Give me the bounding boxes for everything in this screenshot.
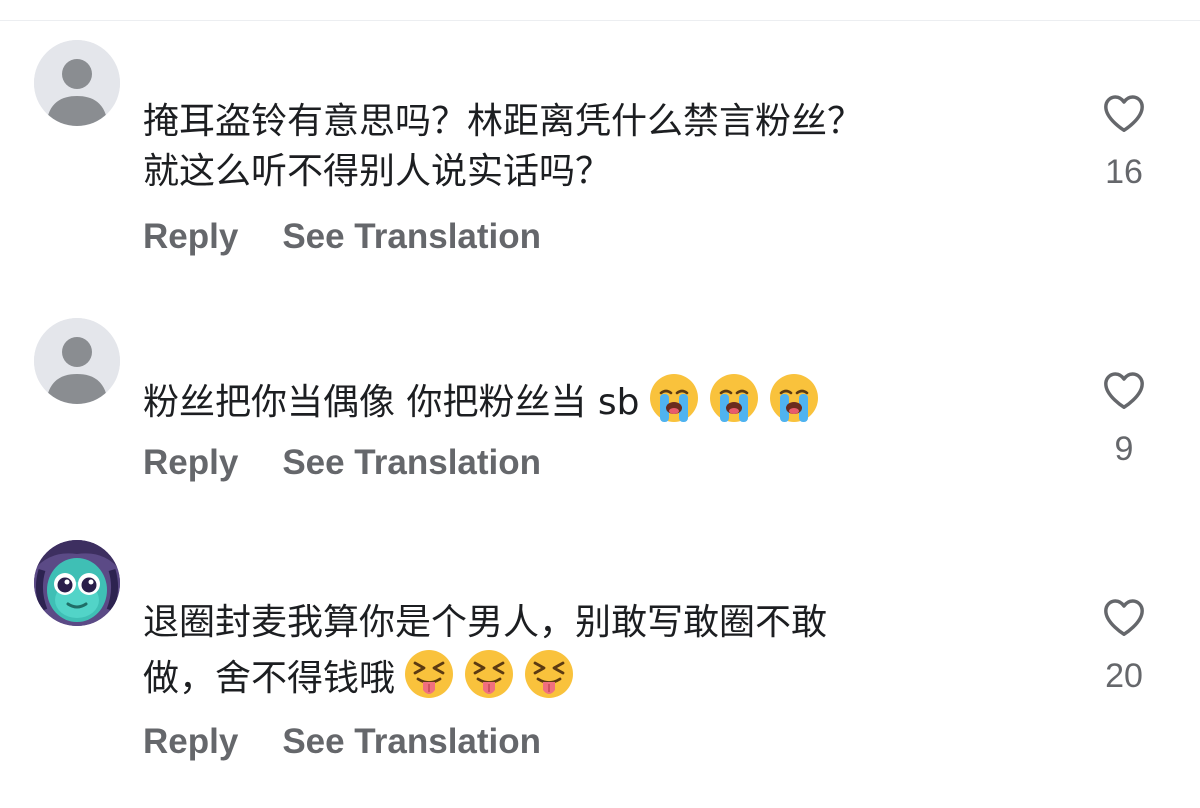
user-avatar[interactable] bbox=[34, 40, 120, 126]
comment-text-line: 做，舍不得钱哦 bbox=[143, 658, 396, 699]
comment-text-line: 粉丝把你当偶像 你把粉丝当 sb bbox=[143, 382, 640, 423]
see-translation-link[interactable]: See Translation bbox=[282, 217, 541, 256]
user-avatar[interactable] bbox=[34, 318, 120, 404]
squinting-face-with-tongue-icon bbox=[463, 648, 515, 700]
see-translation-link[interactable]: See Translation bbox=[282, 722, 541, 761]
like-count: 16 bbox=[1105, 153, 1143, 191]
loudly-crying-face-icon bbox=[768, 372, 820, 424]
see-translation-link[interactable]: See Translation bbox=[282, 443, 541, 482]
like-count: 9 bbox=[1114, 430, 1134, 468]
like-control: 9 bbox=[1098, 370, 1150, 469]
squinting-face-with-tongue-icon bbox=[523, 648, 575, 700]
cartoon-character-avatar bbox=[34, 540, 120, 626]
comment-actions: Reply See Translation bbox=[143, 722, 541, 762]
reply-button[interactable]: Reply bbox=[143, 217, 238, 256]
squinting-face-with-tongue-icon bbox=[403, 648, 455, 700]
comment-text-line: 掩耳盗铃有意思吗？林距离凭什么禁言粉丝？ bbox=[143, 101, 864, 142]
heart-outline-icon[interactable] bbox=[1102, 370, 1146, 410]
like-control: 16 bbox=[1098, 93, 1150, 192]
comment-text: 粉丝把你当偶像 你把粉丝当 sb bbox=[143, 372, 1043, 428]
loudly-crying-face-icon bbox=[708, 372, 760, 424]
loudly-crying-face-icon bbox=[648, 372, 700, 424]
comment-actions: Reply See Translation bbox=[143, 217, 541, 257]
comment-actions: Reply See Translation bbox=[143, 443, 541, 483]
comment-text: 退圈封麦我算你是个男人，别敢写敢圈不敢 做，舍不得钱哦 bbox=[143, 598, 1043, 704]
default-user-icon bbox=[34, 40, 120, 126]
like-count: 20 bbox=[1105, 657, 1143, 695]
comment-text-line: 退圈封麦我算你是个男人，别敢写敢圈不敢 bbox=[143, 602, 828, 643]
top-divider bbox=[0, 20, 1200, 21]
heart-outline-icon[interactable] bbox=[1102, 93, 1146, 133]
like-control: 20 bbox=[1098, 597, 1150, 696]
reply-button[interactable]: Reply bbox=[143, 722, 238, 761]
heart-outline-icon[interactable] bbox=[1102, 597, 1146, 637]
reply-button[interactable]: Reply bbox=[143, 443, 238, 482]
comment-text-line: 就这么听不得别人说实话吗？ bbox=[143, 151, 612, 192]
comment-text: 掩耳盗铃有意思吗？林距离凭什么禁言粉丝？ 就这么听不得别人说实话吗？ bbox=[143, 97, 1043, 197]
default-user-icon bbox=[34, 318, 120, 404]
user-avatar[interactable] bbox=[34, 540, 120, 626]
